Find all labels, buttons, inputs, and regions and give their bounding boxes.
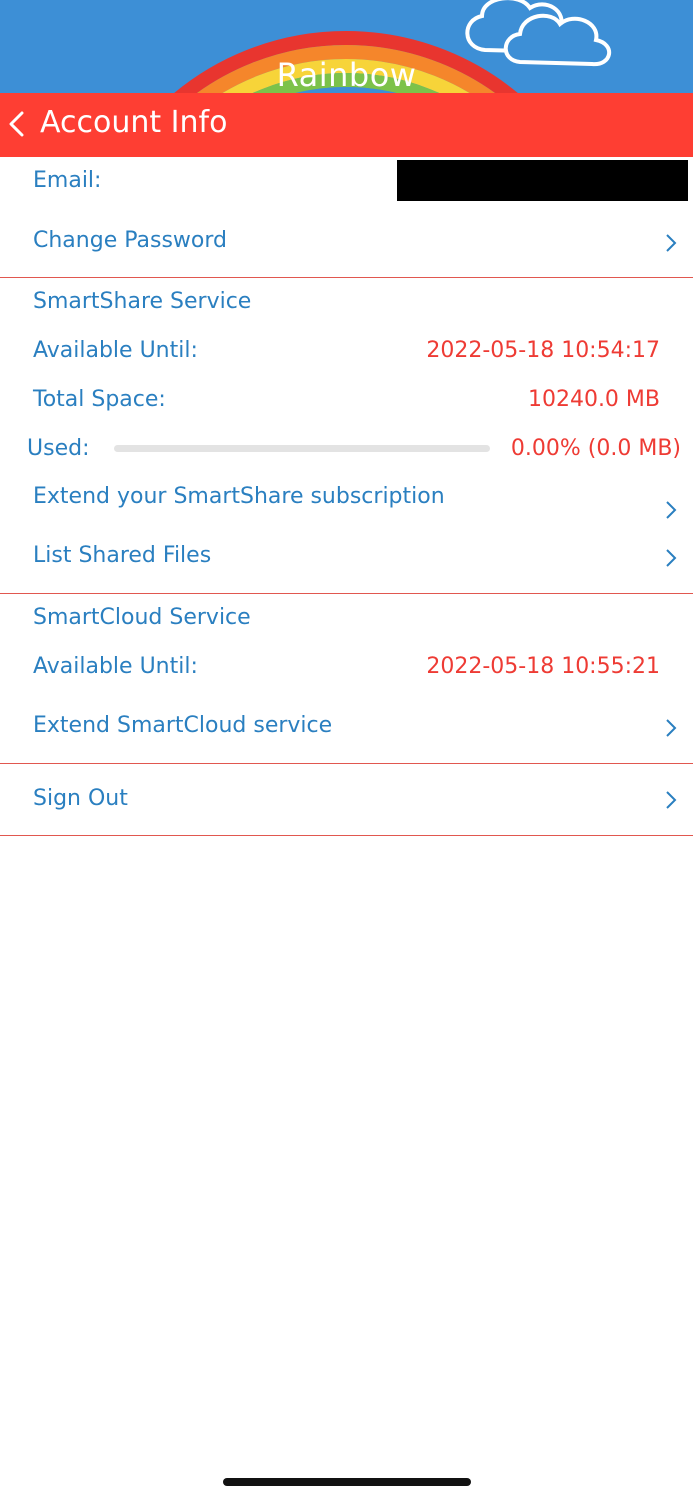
chevron-right-icon <box>666 791 677 809</box>
total-space-label: Total Space: <box>33 387 166 412</box>
app-banner: Rainbow <box>0 0 693 93</box>
smartcloud-available-label: Available Until: <box>33 654 198 679</box>
section-divider <box>0 593 693 594</box>
back-button[interactable] <box>6 109 28 139</box>
section-divider <box>0 277 693 278</box>
smartshare-section-title: SmartShare Service <box>33 289 252 314</box>
extend-smartshare-label: Extend your SmartShare subscription <box>33 484 445 509</box>
change-password-label: Change Password <box>33 228 227 253</box>
extend-smartcloud-label: Extend SmartCloud service <box>33 713 333 738</box>
chevron-right-icon <box>666 719 677 737</box>
total-space-value: 10240.0 MB <box>527 387 660 412</box>
chevron-left-icon <box>9 111 24 137</box>
chevron-right-icon <box>666 549 677 567</box>
email-value-redacted <box>397 160 688 201</box>
home-indicator[interactable] <box>223 1478 471 1486</box>
nav-bar: Account Info <box>0 93 693 157</box>
smartcloud-available-value: 2022-05-18 10:55:21 <box>426 654 660 679</box>
page-title: Account Info <box>40 105 228 140</box>
list-shared-files-label: List Shared Files <box>33 543 212 568</box>
smartshare-available-label: Available Until: <box>33 338 198 363</box>
list-shared-files-row[interactable]: List Shared Files <box>0 536 693 582</box>
email-label: Email: <box>33 168 102 193</box>
smartcloud-section-title: SmartCloud Service <box>33 605 251 630</box>
chevron-right-icon <box>666 501 677 519</box>
brand-logo-text: Rainbow <box>276 56 417 93</box>
smartshare-available-value: 2022-05-18 10:54:17 <box>426 338 660 363</box>
used-label: Used: <box>27 436 90 461</box>
section-divider <box>0 835 693 836</box>
used-value: 0.00% (0.0 MB) <box>510 436 681 461</box>
change-password-row[interactable]: Change Password <box>0 220 693 266</box>
cloud-icon <box>465 0 611 67</box>
sign-out-label: Sign Out <box>33 786 128 811</box>
section-divider <box>0 763 693 764</box>
chevron-right-icon <box>666 234 677 252</box>
extend-smartshare-row[interactable]: Extend your SmartShare subscription <box>0 478 693 538</box>
extend-smartcloud-row[interactable]: Extend SmartCloud service <box>0 706 693 752</box>
sign-out-row[interactable]: Sign Out <box>0 778 693 824</box>
used-progress-bar <box>114 445 490 452</box>
